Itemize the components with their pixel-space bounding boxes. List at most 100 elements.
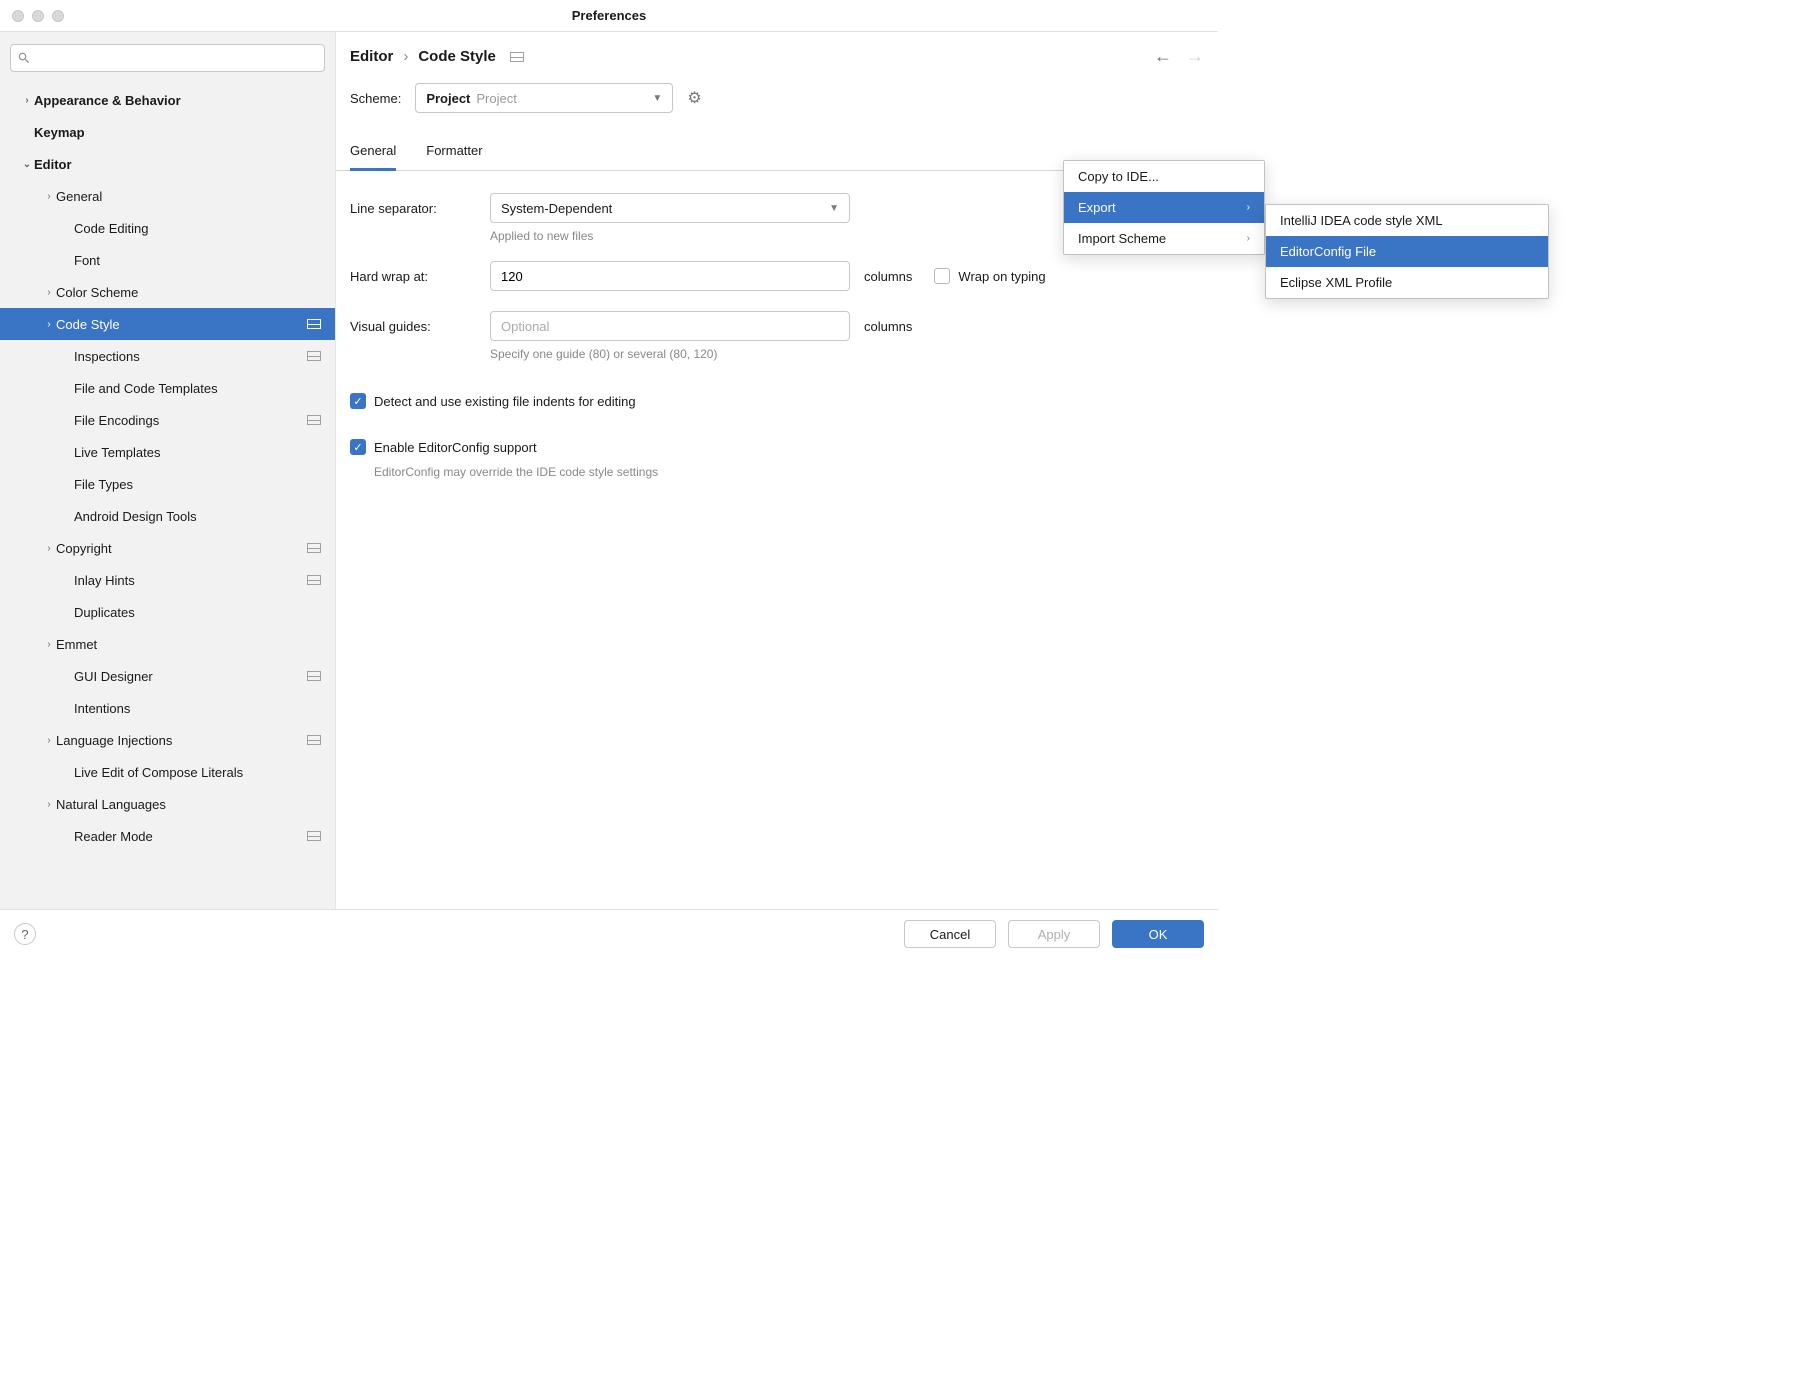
sidebar-item-label: Code Style — [56, 317, 307, 332]
sidebar-item-android-design-tools[interactable]: Android Design Tools — [0, 500, 335, 532]
sidebar-item-label: Reader Mode — [74, 829, 307, 844]
sidebar-item-intentions[interactable]: Intentions — [0, 692, 335, 724]
scheme-sub: Project — [476, 91, 516, 106]
minimize-dot[interactable] — [32, 10, 44, 22]
tab-formatter[interactable]: Formatter — [426, 143, 482, 170]
menu-editorconfig-file[interactable]: EditorConfig File — [1266, 236, 1548, 267]
sidebar-item-label: Live Edit of Compose Literals — [74, 765, 335, 780]
editorconfig-checkbox[interactable]: ✓ — [350, 439, 366, 455]
chevron-down-icon: ▼ — [829, 203, 839, 214]
hard-wrap-input[interactable] — [490, 261, 850, 291]
search-input[interactable] — [31, 51, 318, 66]
window-title: Preferences — [572, 8, 646, 23]
sidebar-item-color-scheme[interactable]: ›Color Scheme — [0, 276, 335, 308]
line-separator-label: Line separator: — [350, 201, 490, 216]
tree-arrow-icon: ⌄ — [20, 159, 34, 170]
ok-button[interactable]: OK — [1112, 920, 1204, 948]
sidebar-item-general[interactable]: ›General — [0, 180, 335, 212]
sidebar-item-appearance-behavior[interactable]: ›Appearance & Behavior — [0, 84, 335, 116]
breadcrumb-code-style: Code Style — [418, 48, 496, 65]
tree-arrow-icon: › — [42, 799, 56, 810]
scope-tag-icon — [307, 543, 321, 553]
tree-arrow-icon: › — [42, 639, 56, 650]
sidebar-item-label: General — [56, 189, 335, 204]
sidebar-item-reader-mode[interactable]: Reader Mode — [0, 820, 335, 852]
sidebar-item-gui-designer[interactable]: GUI Designer — [0, 660, 335, 692]
menu-intellij-xml[interactable]: IntelliJ IDEA code style XML — [1266, 205, 1548, 236]
sidebar-item-copyright[interactable]: ›Copyright — [0, 532, 335, 564]
scheme-name: Project — [426, 91, 470, 106]
sidebar-item-font[interactable]: Font — [0, 244, 335, 276]
wrap-on-typing-checkbox[interactable] — [934, 268, 950, 284]
breadcrumb-editor: Editor — [350, 48, 393, 65]
detect-indents-checkbox[interactable]: ✓ — [350, 393, 366, 409]
sidebar-item-emmet[interactable]: ›Emmet — [0, 628, 335, 660]
menu-eclipse-xml[interactable]: Eclipse XML Profile — [1266, 267, 1548, 298]
sidebar-item-natural-languages[interactable]: ›Natural Languages — [0, 788, 335, 820]
hard-wrap-label: Hard wrap at: — [350, 269, 490, 284]
sidebar-item-label: Font — [74, 253, 335, 268]
scope-tag-icon — [307, 671, 321, 681]
tree-arrow-icon: › — [20, 95, 34, 106]
sidebar-item-code-style[interactable]: ›Code Style — [0, 308, 335, 340]
sidebar-item-label: Inspections — [74, 349, 307, 364]
search-input-wrap[interactable] — [10, 44, 325, 72]
tab-general[interactable]: General — [350, 143, 396, 171]
sidebar-item-live-edit-of-compose-literals[interactable]: Live Edit of Compose Literals — [0, 756, 335, 788]
sidebar-item-label: Android Design Tools — [74, 509, 335, 524]
scope-tag-icon — [307, 575, 321, 585]
wrap-on-typing-label: Wrap on typing — [958, 269, 1045, 284]
sidebar-item-label: Editor — [34, 157, 335, 172]
sidebar-item-editor[interactable]: ⌄Editor — [0, 148, 335, 180]
breadcrumb: Editor › Code Style — [350, 48, 524, 65]
menu-export[interactable]: Export › — [1064, 192, 1264, 223]
sidebar-item-code-editing[interactable]: Code Editing — [0, 212, 335, 244]
detect-indents-label: Detect and use existing file indents for… — [374, 394, 636, 409]
sidebar-item-live-templates[interactable]: Live Templates — [0, 436, 335, 468]
tree-arrow-icon: › — [42, 543, 56, 554]
menu-import-scheme[interactable]: Import Scheme › — [1064, 223, 1264, 254]
zoom-dot[interactable] — [52, 10, 64, 22]
sidebar-item-label: Code Editing — [74, 221, 335, 236]
sidebar-item-label: Natural Languages — [56, 797, 335, 812]
scope-tag-icon — [307, 351, 321, 361]
sidebar-item-file-and-code-templates[interactable]: File and Code Templates — [0, 372, 335, 404]
sidebar-item-label: Copyright — [56, 541, 307, 556]
sidebar-item-label: Color Scheme — [56, 285, 335, 300]
sidebar-item-duplicates[interactable]: Duplicates — [0, 596, 335, 628]
editorconfig-hint: EditorConfig may override the IDE code s… — [374, 465, 1204, 479]
scheme-select[interactable]: Project Project ▼ — [415, 83, 673, 113]
columns-label-1: columns — [864, 269, 912, 284]
scope-tag-icon — [307, 415, 321, 425]
close-dot[interactable] — [12, 10, 24, 22]
back-arrow[interactable]: ← — [1154, 46, 1172, 67]
sidebar-item-label: Keymap — [34, 125, 335, 140]
settings-tree[interactable]: ›Appearance & BehaviorKeymap⌄Editor›Gene… — [0, 80, 335, 909]
chevron-down-icon: ▼ — [652, 93, 662, 104]
sidebar-item-keymap[interactable]: Keymap — [0, 116, 335, 148]
sidebar-item-file-encodings[interactable]: File Encodings — [0, 404, 335, 436]
sidebar-item-label: File Encodings — [74, 413, 307, 428]
help-button[interactable]: ? — [14, 923, 36, 945]
sidebar-item-inspections[interactable]: Inspections — [0, 340, 335, 372]
editorconfig-label: Enable EditorConfig support — [374, 440, 537, 455]
tree-arrow-icon: › — [42, 191, 56, 202]
columns-label-2: columns — [864, 319, 912, 334]
sidebar-item-label: File and Code Templates — [74, 381, 335, 396]
tree-arrow-icon: › — [42, 287, 56, 298]
submenu-arrow-icon: › — [1247, 202, 1250, 213]
sidebar-item-file-types[interactable]: File Types — [0, 468, 335, 500]
sidebar-item-language-injections[interactable]: ›Language Injections — [0, 724, 335, 756]
search-icon — [17, 51, 31, 65]
line-separator-select[interactable]: System-Dependent ▼ — [490, 193, 850, 223]
gear-icon[interactable]: ⚙ — [687, 88, 701, 108]
sidebar-item-inlay-hints[interactable]: Inlay Hints — [0, 564, 335, 596]
apply-button[interactable]: Apply — [1008, 920, 1100, 948]
cancel-button[interactable]: Cancel — [904, 920, 996, 948]
scheme-label: Scheme: — [350, 91, 401, 106]
menu-copy-to-ide[interactable]: Copy to IDE... — [1064, 161, 1264, 192]
window-controls[interactable] — [12, 10, 64, 22]
sidebar-item-label: Duplicates — [74, 605, 335, 620]
sidebar-item-label: GUI Designer — [74, 669, 307, 684]
visual-guides-input[interactable] — [490, 311, 850, 341]
